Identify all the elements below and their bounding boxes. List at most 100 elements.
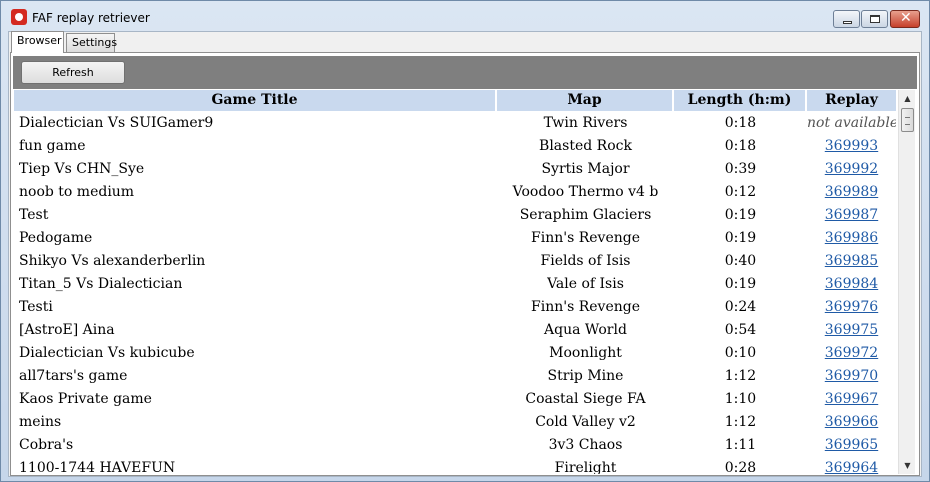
- table-row[interactable]: meins Cold Valley v2 1:12 369966: [14, 411, 896, 434]
- map-cell: Cold Valley v2: [535, 414, 636, 430]
- table-row[interactable]: Titan_5 Vs Dialectician Vale of Isis 0:1…: [14, 273, 896, 296]
- length-cell: 0:19: [724, 230, 757, 246]
- replay-link[interactable]: 369966: [825, 414, 878, 430]
- length-cell: 0:40: [724, 253, 757, 269]
- table-row[interactable]: Kaos Private game Coastal Siege FA 1:10 …: [14, 388, 896, 411]
- replay-link[interactable]: 369993: [825, 138, 878, 154]
- map-cell: Seraphim Glaciers: [519, 207, 652, 223]
- table-row[interactable]: 1100-1744 HAVEFUN Firelight 0:28 369964: [14, 457, 896, 474]
- close-button[interactable]: ✕: [890, 10, 920, 28]
- replay-link[interactable]: 369965: [825, 437, 878, 453]
- length-cell: 0:54: [724, 322, 757, 338]
- tab-settings[interactable]: Settings: [66, 33, 117, 52]
- map-cell: Aqua World: [544, 322, 627, 338]
- game-title-cell: Test: [19, 207, 49, 223]
- game-title-cell: fun game: [19, 138, 86, 154]
- map-cell: Coastal Siege FA: [525, 391, 646, 407]
- replay-link[interactable]: 369972: [825, 345, 878, 361]
- refresh-button[interactable]: Refresh: [21, 61, 125, 84]
- table-row[interactable]: Dialectician Vs kubicube Moonlight 0:10 …: [14, 342, 896, 365]
- table-body: Dialectician Vs SUIGamer9 Twin Rivers 0:…: [14, 112, 896, 474]
- length-cell: 1:12: [724, 414, 757, 430]
- replay-link[interactable]: 369989: [825, 184, 878, 200]
- table-row[interactable]: Pedogame Finn's Revenge 0:19 369986: [14, 227, 896, 250]
- app-logo-icon: [11, 9, 27, 25]
- tab-browser[interactable]: Browser: [11, 31, 64, 53]
- map-cell: Finn's Revenge: [531, 299, 640, 315]
- replay-link[interactable]: 369986: [825, 230, 878, 246]
- length-cell: 0:18: [724, 138, 757, 154]
- game-title-cell: Cobra's: [19, 437, 74, 453]
- replay-table: Game Title Map Length (h:m) Replay Diale…: [14, 90, 917, 474]
- table-row[interactable]: Tiep Vs CHN_Sye Syrtis Major 0:39 369992: [14, 158, 896, 181]
- map-cell: Vale of Isis: [547, 276, 624, 292]
- column-header-game-title[interactable]: Game Title: [14, 90, 497, 111]
- replay-link[interactable]: 369975: [825, 322, 878, 338]
- app-window: FAF replay retriever ✕ Browser Settings …: [0, 0, 930, 482]
- scrollbar-thumb[interactable]: [901, 108, 914, 132]
- length-cell: 0:28: [724, 460, 757, 474]
- length-cell: 1:10: [724, 391, 757, 407]
- table-row[interactable]: Cobra's 3v3 Chaos 1:11 369965: [14, 434, 896, 457]
- game-title-cell: Tiep Vs CHN_Sye: [19, 161, 145, 177]
- map-cell: Strip Mine: [547, 368, 624, 384]
- map-cell: Finn's Revenge: [531, 230, 640, 246]
- game-title-cell: meins: [19, 414, 62, 430]
- table-row[interactable]: fun game Blasted Rock 0:18 369993: [14, 135, 896, 158]
- toolbar: Refresh: [13, 56, 917, 89]
- maximize-button[interactable]: [861, 10, 888, 28]
- length-cell: 0:18: [724, 115, 757, 131]
- table-row[interactable]: Testi Finn's Revenge 0:24 369976: [14, 296, 896, 319]
- replay-link[interactable]: 369976: [825, 299, 878, 315]
- replay-link[interactable]: 369987: [825, 207, 878, 223]
- game-title-cell: Dialectician Vs kubicube: [19, 345, 195, 361]
- scroll-down-icon[interactable]: ▼: [899, 457, 916, 474]
- game-title-cell: Testi: [19, 299, 53, 315]
- column-header-map[interactable]: Map: [497, 90, 674, 111]
- game-title-cell: Shikyo Vs alexanderberlin: [19, 253, 206, 269]
- title-bar[interactable]: FAF replay retriever ✕: [1, 1, 929, 31]
- table-row[interactable]: Dialectician Vs SUIGamer9 Twin Rivers 0:…: [14, 112, 896, 135]
- replay-link[interactable]: 369984: [825, 276, 878, 292]
- client-area: Browser Settings Refresh Game Title Map …: [8, 31, 922, 477]
- replay-link[interactable]: 369985: [825, 253, 878, 269]
- table-header: Game Title Map Length (h:m) Replay: [14, 90, 896, 111]
- close-icon: ✕: [900, 10, 912, 26]
- length-cell: 0:24: [724, 299, 757, 315]
- column-header-replay[interactable]: Replay: [807, 90, 896, 111]
- game-title-cell: [AstroE] Aina: [19, 322, 115, 338]
- scroll-up-icon[interactable]: ▲: [899, 90, 916, 107]
- table-row[interactable]: Test Seraphim Glaciers 0:19 369987: [14, 204, 896, 227]
- game-title-cell: 1100-1744 HAVEFUN: [19, 460, 176, 474]
- game-title-cell: Pedogame: [19, 230, 93, 246]
- vertical-scrollbar[interactable]: ▲ ▼: [898, 90, 915, 474]
- table-row[interactable]: all7tars's game Strip Mine 1:12 369970: [14, 365, 896, 388]
- window-title: FAF replay retriever: [32, 11, 150, 25]
- game-title-cell: noob to medium: [19, 184, 135, 200]
- map-cell: Voodoo Thermo v4 b: [512, 184, 659, 200]
- map-cell: Blasted Rock: [539, 138, 632, 154]
- replay-link[interactable]: 369967: [825, 391, 878, 407]
- table-row[interactable]: Shikyo Vs alexanderberlin Fields of Isis…: [14, 250, 896, 273]
- maximize-icon: [870, 15, 880, 23]
- game-title-cell: Titan_5 Vs Dialectician: [19, 276, 183, 292]
- length-cell: 1:11: [724, 437, 757, 453]
- table-row[interactable]: noob to medium Voodoo Thermo v4 b 0:12 3…: [14, 181, 896, 204]
- replay-link[interactable]: 369992: [825, 161, 878, 177]
- column-header-length[interactable]: Length (h:m): [674, 90, 807, 111]
- map-cell: 3v3 Chaos: [548, 437, 623, 453]
- minimize-icon: [843, 21, 852, 24]
- length-cell: 1:12: [724, 368, 757, 384]
- game-title-cell: Kaos Private game: [19, 391, 152, 407]
- replay-link[interactable]: 369964: [825, 460, 878, 474]
- length-cell: 0:19: [724, 207, 757, 223]
- length-cell: 0:19: [724, 276, 757, 292]
- length-cell: 0:39: [724, 161, 757, 177]
- game-title-cell: Dialectician Vs SUIGamer9: [19, 115, 214, 131]
- table-row[interactable]: [AstroE] Aina Aqua World 0:54 369975: [14, 319, 896, 342]
- minimize-button[interactable]: [833, 10, 860, 28]
- replay-unavailable-text: not available: [807, 115, 896, 131]
- game-title-cell: all7tars's game: [19, 368, 128, 384]
- map-cell: Fields of Isis: [540, 253, 631, 269]
- replay-link[interactable]: 369970: [825, 368, 878, 384]
